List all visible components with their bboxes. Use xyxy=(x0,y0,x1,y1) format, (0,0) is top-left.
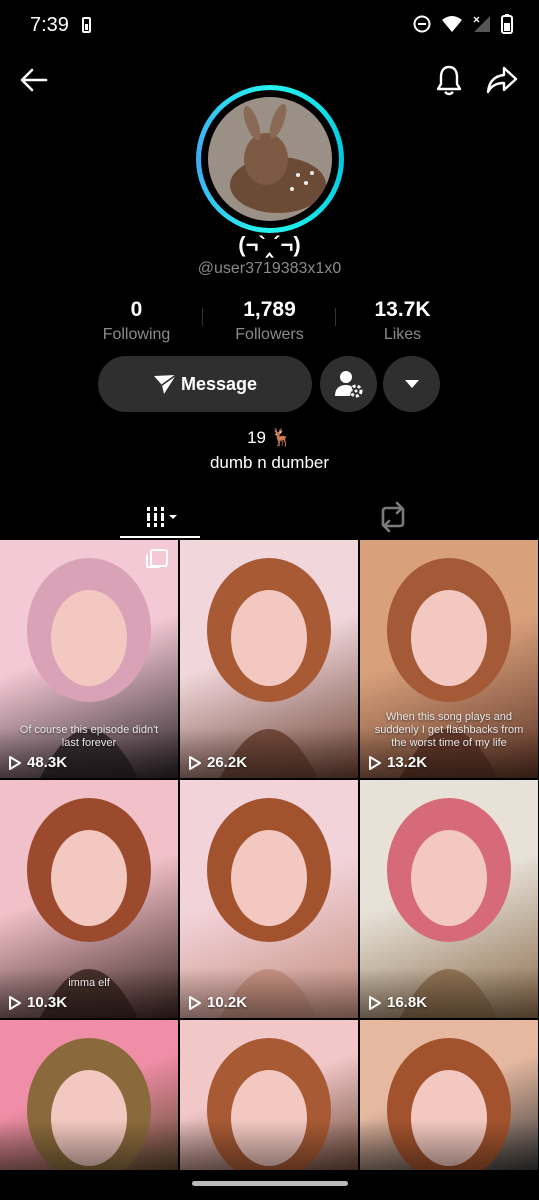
more-button[interactable] xyxy=(383,356,440,412)
view-count-text: 10.3K xyxy=(27,994,68,1011)
status-time: 7:39 xyxy=(30,14,69,36)
stat-following[interactable]: 0 Following xyxy=(70,298,203,344)
bell-icon[interactable] xyxy=(434,64,464,96)
bio-line: 19 🦌 xyxy=(247,428,292,447)
username[interactable]: @user3719383x1x0 xyxy=(0,260,539,278)
friends-button[interactable] xyxy=(320,356,377,412)
wifi-icon xyxy=(441,15,463,33)
view-count-text: 48.3K xyxy=(27,754,68,771)
view-count: 26.2K xyxy=(188,754,247,771)
battery-saver-icon xyxy=(82,17,91,33)
avatar[interactable] xyxy=(196,85,344,233)
send-icon xyxy=(153,373,177,395)
view-count-text: 10.2K xyxy=(207,994,248,1011)
home-indicator[interactable] xyxy=(192,1181,348,1186)
video-caption: imma elf xyxy=(68,977,110,989)
play-icon xyxy=(189,995,201,1010)
multi-photo-icon xyxy=(146,549,168,568)
play-icon xyxy=(369,995,381,1010)
person-settings-icon xyxy=(334,369,364,399)
status-bar: 7:39 xyxy=(0,0,539,52)
view-count-text: 26.2K xyxy=(207,754,248,771)
tab-videos[interactable] xyxy=(120,495,200,539)
display-name: (¬`‸´¬) xyxy=(238,232,301,257)
video-tile[interactable] xyxy=(360,1020,538,1170)
message-label: Message xyxy=(180,373,258,394)
share-icon[interactable] xyxy=(486,66,518,94)
stat-label: Likes xyxy=(383,326,422,343)
stat-followers[interactable]: 1,789 Followers xyxy=(203,298,336,344)
play-icon xyxy=(9,755,21,770)
caret-down-icon xyxy=(404,379,420,389)
video-tile[interactable] xyxy=(180,1020,358,1170)
view-count-text: 16.8K xyxy=(387,994,428,1011)
video-caption: Of course this episode didn't last forev… xyxy=(19,724,159,749)
avatar-image xyxy=(208,97,332,221)
view-count: 48.3K xyxy=(8,754,67,771)
view-count-text: 13.2K xyxy=(387,754,428,771)
view-count: 10.2K xyxy=(188,994,247,1011)
stats-row: 0 Following 1,789 Followers 13.7K Likes xyxy=(70,298,470,344)
video-tile[interactable]: imma elf 10.3K xyxy=(0,780,178,1018)
video-tile[interactable]: When this song plays and suddenly I get … xyxy=(360,540,538,778)
repost-icon xyxy=(373,499,413,535)
tile-gradient xyxy=(0,1120,178,1170)
play-icon xyxy=(189,755,201,770)
video-tile[interactable] xyxy=(0,1020,178,1170)
stat-value: 13.7K xyxy=(374,298,431,321)
video-tile[interactable]: 26.2K xyxy=(180,540,358,778)
stat-label: Following xyxy=(102,326,171,343)
stat-label: Followers xyxy=(235,326,304,343)
do-not-disturb-icon xyxy=(413,15,431,33)
back-arrow-icon[interactable] xyxy=(18,64,50,96)
view-count: 16.8K xyxy=(368,994,427,1011)
stat-value: 0 xyxy=(130,298,143,321)
tile-gradient xyxy=(360,1120,538,1170)
battery-icon xyxy=(501,14,513,34)
tab-active-indicator xyxy=(120,536,200,538)
stat-value: 1,789 xyxy=(243,298,296,321)
tile-gradient xyxy=(180,1120,358,1170)
view-count: 13.2K xyxy=(368,754,427,771)
bio-line: dumb n dumber xyxy=(209,453,330,472)
signal-icon xyxy=(473,15,491,33)
video-tile[interactable]: 10.2K xyxy=(180,780,358,1018)
video-tile[interactable]: 16.8K xyxy=(360,780,538,1018)
video-caption: When this song plays and suddenly I get … xyxy=(374,711,524,749)
play-icon xyxy=(9,995,21,1010)
play-icon xyxy=(369,755,381,770)
content-tabs xyxy=(0,495,539,539)
stat-likes[interactable]: 13.7K Likes xyxy=(336,298,469,344)
grid-icon xyxy=(137,504,183,530)
view-count: 10.3K xyxy=(8,994,67,1011)
tab-reposts[interactable] xyxy=(373,499,413,540)
video-tile[interactable]: Of course this episode didn't last forev… xyxy=(0,540,178,778)
message-button[interactable]: Message xyxy=(98,356,312,412)
